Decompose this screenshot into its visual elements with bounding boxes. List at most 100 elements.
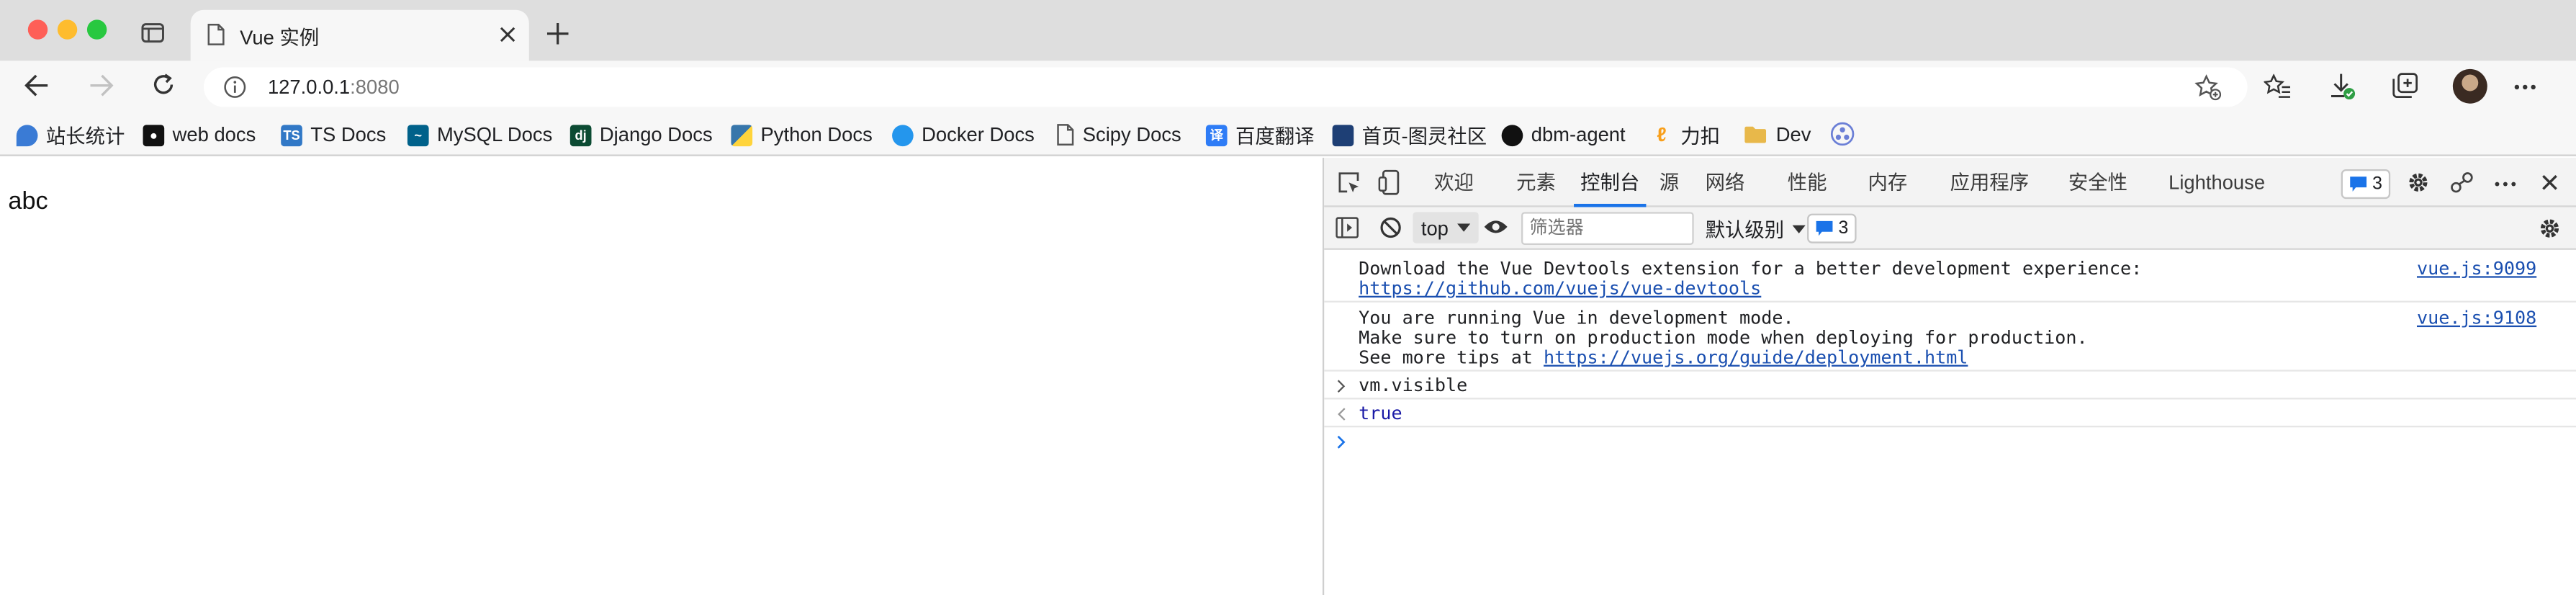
- docker-icon: [892, 124, 914, 146]
- context-label: top: [1420, 216, 1449, 239]
- message-source-link[interactable]: vue.js:9108: [2417, 308, 2536, 329]
- close-devtools-icon[interactable]: [2541, 174, 2558, 191]
- leetcode-icon: ℓ: [1657, 123, 1667, 147]
- tab-actions-icon[interactable]: [141, 23, 164, 43]
- bookmark-item[interactable]: ● web docs: [143, 120, 256, 150]
- more-options-icon[interactable]: [2513, 84, 2536, 90]
- sidebar-toggle-icon[interactable]: [1336, 217, 1359, 238]
- mdn-icon: ●: [143, 124, 165, 146]
- messages-count: 3: [1838, 218, 1849, 238]
- bookmark-item[interactable]: Scipy Docs: [1056, 120, 1181, 150]
- back-button[interactable]: [24, 74, 49, 97]
- downloads-icon[interactable]: [2330, 72, 2356, 100]
- favorites-icon[interactable]: [2264, 73, 2292, 99]
- bookmarks-bar: 站长统计 ● web docs TS TS Docs ~ MySQL Docs …: [0, 113, 2576, 156]
- devtools-panel: 欢迎 元素 控制台 源 网络 性能 内存 应用程序 安全性 Lighthouse…: [1322, 158, 2576, 595]
- console-input-entry: vm.visible: [1324, 372, 2576, 400]
- message-text: Download the Vue Devtools extension for …: [1359, 258, 2143, 279]
- more-tools-icon[interactable]: [2494, 181, 2517, 187]
- message-link[interactable]: https://github.com/vuejs/vue-devtools: [1359, 278, 1761, 300]
- log-levels-label: 默认级别: [1705, 218, 1785, 241]
- bookmark-item[interactable]: 译 百度翻译: [1205, 120, 1315, 150]
- new-tab-button[interactable]: [546, 22, 569, 45]
- issues-count: 3: [2372, 174, 2383, 194]
- url-text[interactable]: 127.0.0.1:8080: [268, 76, 400, 99]
- context-selector[interactable]: top: [1413, 212, 1478, 243]
- bookmark-item[interactable]: Python Docs: [731, 120, 873, 150]
- bookmark-item[interactable]: dj Django Docs: [569, 120, 713, 150]
- browser-tab[interactable]: Vue 实例: [190, 9, 529, 61]
- bookmark-item[interactable]: ℓ 力扣: [1651, 120, 1720, 150]
- tab-welcome[interactable]: 欢迎: [1434, 158, 1474, 207]
- tab-security[interactable]: 安全性: [2068, 158, 2127, 207]
- tab-application[interactable]: 应用程序: [1950, 158, 2030, 207]
- bookmark-item[interactable]: dbm-agent: [1501, 120, 1626, 150]
- title-bar: Vue 实例: [0, 0, 2576, 61]
- close-tab-icon[interactable]: [500, 27, 516, 43]
- folder-icon: [1743, 125, 1767, 144]
- settings-gear-icon[interactable]: [2407, 171, 2430, 194]
- translate-icon: 译: [1205, 124, 1228, 146]
- message-prefix: See more tips at: [1359, 346, 1544, 369]
- device-toolbar-icon[interactable]: [1378, 169, 1400, 196]
- dropdown-arrow-icon: [1456, 223, 1470, 232]
- bookmark-label: 首页-图灵社区: [1361, 124, 1487, 148]
- tab-console[interactable]: 控制台: [1580, 158, 1639, 207]
- bookmark-item[interactable]: TS TS Docs: [281, 120, 386, 150]
- tab-memory[interactable]: 内存: [1868, 158, 1908, 207]
- bookmark-item[interactable]: Docker Docs: [892, 120, 1035, 150]
- django-icon: dj: [569, 124, 592, 146]
- dropdown-arrow-icon: [1792, 224, 1806, 233]
- tab-elements[interactable]: 元素: [1516, 158, 1556, 207]
- message-icon: [2350, 176, 2367, 192]
- console-toolbar: top 默认级别 3: [1324, 207, 2576, 250]
- page-content: abc: [0, 158, 1323, 595]
- refresh-button[interactable]: [151, 72, 176, 97]
- profile-avatar[interactable]: [2452, 68, 2487, 104]
- bookmark-label: Django Docs: [599, 123, 713, 147]
- tab-network[interactable]: 网络: [1706, 158, 1745, 207]
- browser-window: Vue 实例 127.0.0.1:8080 站长统计 ● web docs TS…: [0, 0, 2576, 595]
- input-expression: vm.visible: [1359, 375, 1468, 396]
- mysql-icon: ~: [407, 124, 429, 146]
- bookmark-item[interactable]: Dev: [1743, 120, 1811, 150]
- close-window-button[interactable]: [27, 19, 48, 40]
- tab-lighthouse[interactable]: Lighthouse: [2169, 158, 2265, 207]
- info-icon[interactable]: [223, 76, 246, 99]
- message-link[interactable]: https://vuejs.org/guide/deployment.html: [1544, 346, 1968, 368]
- bookmark-label: MySQL Docs: [436, 123, 553, 147]
- maximize-window-button[interactable]: [86, 19, 107, 40]
- bookmark-item[interactable]: 首页-图灵社区: [1332, 120, 1487, 150]
- live-expression-eye-icon[interactable]: [1484, 218, 1508, 235]
- collections-icon[interactable]: [2392, 72, 2418, 99]
- message-source-link[interactable]: vue.js:9099: [2417, 258, 2536, 279]
- inspect-element-icon[interactable]: [1337, 171, 1360, 194]
- customize-icon[interactable]: [2449, 171, 2474, 194]
- messages-badge[interactable]: 3: [1807, 213, 1857, 243]
- bookmark-label: Python Docs: [760, 123, 873, 147]
- devtools-tab-bar: 欢迎 元素 控制台 源 网络 性能 内存 应用程序 安全性 Lighthouse…: [1324, 158, 2576, 207]
- console-settings-gear-icon[interactable]: [2539, 217, 2562, 240]
- forward-button[interactable]: [89, 74, 114, 97]
- bookmark-label: 站长统计: [45, 124, 125, 148]
- log-levels-dropdown[interactable]: 默认级别: [1706, 214, 1806, 243]
- tab-performance[interactable]: 性能: [1788, 158, 1827, 207]
- page-icon: [1056, 123, 1074, 146]
- tab-sources[interactable]: 源: [1659, 158, 1679, 207]
- bookmark-label: 力扣: [1680, 124, 1721, 148]
- clear-console-icon[interactable]: [1380, 217, 1402, 238]
- bookmark-item[interactable]: 站长统计: [16, 120, 125, 150]
- bookmark-label: 百度翻译: [1235, 124, 1315, 148]
- message-icon: [1816, 220, 1833, 236]
- address-bar[interactable]: 127.0.0.1:8080: [203, 67, 2248, 107]
- extension-icon[interactable]: [1830, 122, 1855, 146]
- bookmark-item[interactable]: ~ MySQL Docs: [407, 120, 552, 150]
- console-prompt[interactable]: [1324, 427, 2576, 595]
- minimize-window-button[interactable]: [57, 19, 78, 40]
- console-message: You are running Vue in development mode.…: [1324, 303, 2576, 372]
- add-favorite-icon[interactable]: [2194, 74, 2222, 101]
- console-filter-input[interactable]: [1521, 212, 1694, 245]
- message-text: See more tips at https://vuejs.org/guide…: [1359, 346, 1968, 368]
- issues-badge[interactable]: 3: [2341, 169, 2391, 200]
- bookmark-label: Docker Docs: [922, 123, 1035, 147]
